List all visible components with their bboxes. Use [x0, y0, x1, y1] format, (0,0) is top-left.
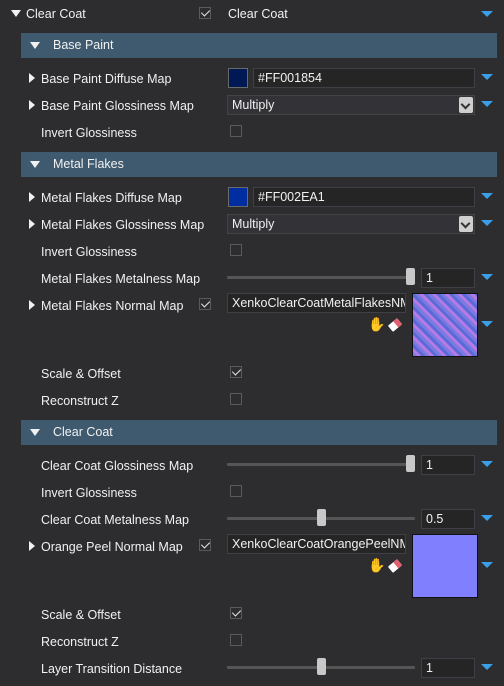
expand-flakes-normal-icon[interactable]	[29, 300, 35, 310]
metal-flakes-invert-checkbox[interactable]	[230, 244, 242, 256]
expand-orange-peel-icon[interactable]	[29, 541, 35, 551]
collapse-clear-coat-icon[interactable]	[11, 10, 21, 17]
metal-flakes-metalness-label: Metal Flakes Metalness Map	[41, 272, 201, 286]
hand-pointer-icon[interactable]: ✋	[368, 316, 385, 333]
clear-coat-invert-label: Invert Glossiness	[41, 486, 137, 500]
metal-flakes-diffuse-swatch[interactable]	[228, 187, 248, 207]
metal-flakes-diffuse-hex-field[interactable]: #FF002EA1	[253, 187, 475, 207]
metal-flakes-diffuse-expand-icon[interactable]	[481, 193, 493, 199]
base-paint-gloss-value: Multiply	[232, 98, 275, 112]
clear-coat-invert-checkbox[interactable]	[230, 485, 242, 497]
section-base-paint[interactable]: Base Paint	[21, 33, 497, 58]
orange-peel-texture-field[interactable]: XenkoClearCoatOrangePeelNM	[227, 534, 406, 554]
base-paint-diffuse-swatch[interactable]	[228, 68, 248, 88]
metal-flakes-scale-checkbox[interactable]	[230, 366, 242, 378]
metal-flakes-gloss-expand-icon[interactable]	[481, 220, 493, 226]
layer-transition-field[interactable]: 1	[421, 658, 475, 678]
base-paint-gloss-select[interactable]: Multiply	[227, 95, 475, 115]
metal-flakes-gloss-value: Multiply	[232, 217, 275, 231]
metal-flakes-gloss-label: Metal Flakes Glossiness Map	[41, 218, 205, 232]
section-metal-flakes-title: Metal Flakes	[53, 157, 124, 171]
section-clear-coat[interactable]: Clear Coat	[21, 420, 497, 445]
collapse-clear-coat-section-icon[interactable]	[30, 429, 40, 436]
eraser-icon[interactable]	[387, 559, 403, 573]
metal-flakes-metalness-slider[interactable]	[227, 276, 415, 279]
clear-coat-reconstruct-label: Reconstruct Z	[41, 635, 119, 649]
metal-flakes-gloss-select[interactable]: Multiply	[227, 214, 475, 234]
metal-flakes-invert-label: Invert Glossiness	[41, 245, 137, 259]
metal-flakes-normal-label: Metal Flakes Normal Map	[41, 299, 184, 313]
base-paint-diffuse-hex-field[interactable]: #FF001854	[253, 68, 475, 88]
section-clear-coat-title: Clear Coat	[53, 425, 113, 439]
expand-flakes-gloss-icon[interactable]	[29, 219, 35, 229]
clear-coat-checkbox[interactable]	[199, 7, 211, 19]
metal-flakes-reconstruct-label: Reconstruct Z	[41, 394, 119, 408]
dropdown-chevron-icon[interactable]	[459, 97, 473, 113]
metal-flakes-metalness-field[interactable]: 1	[421, 268, 475, 288]
metal-flakes-normal-expand-icon[interactable]	[481, 321, 493, 327]
clear-coat-scale-label: Scale & Offset	[41, 608, 121, 622]
metal-flakes-reconstruct-checkbox[interactable]	[230, 393, 242, 405]
clear-coat-metalness-label: Clear Coat Metalness Map	[41, 513, 189, 527]
orange-peel-label: Orange Peel Normal Map	[41, 540, 183, 554]
expand-base-gloss-icon[interactable]	[29, 100, 35, 110]
metal-flakes-metalness-slider-thumb[interactable]	[406, 268, 415, 285]
clear-coat-gloss-slider[interactable]	[227, 463, 415, 466]
clear-coat-metalness-expand-icon[interactable]	[481, 515, 493, 521]
layer-transition-slider-thumb[interactable]	[316, 658, 326, 675]
base-paint-invert-checkbox[interactable]	[230, 125, 242, 137]
clear-coat-expand-icon[interactable]	[481, 11, 493, 17]
clear-coat-gloss-slider-thumb[interactable]	[406, 455, 415, 472]
expand-flakes-diffuse-icon[interactable]	[29, 192, 35, 202]
clear-coat-gloss-field[interactable]: 1	[421, 455, 475, 475]
clear-coat-scale-checkbox[interactable]	[230, 607, 242, 619]
dropdown-chevron-icon[interactable]	[459, 216, 473, 232]
layer-transition-label: Layer Transition Distance	[41, 662, 183, 676]
base-paint-gloss-expand-icon[interactable]	[481, 101, 493, 107]
orange-peel-thumbnail[interactable]	[412, 534, 478, 598]
metal-flakes-normal-texture-field[interactable]: XenkoClearCoatMetalFlakesNM	[227, 293, 406, 313]
metal-flakes-normal-checkbox[interactable]	[199, 298, 211, 310]
clear-coat-gloss-label: Clear Coat Glossiness Map	[41, 459, 194, 473]
metal-flakes-scale-label: Scale & Offset	[41, 367, 121, 381]
section-metal-flakes[interactable]: Metal Flakes	[21, 152, 497, 177]
orange-peel-checkbox[interactable]	[199, 539, 211, 551]
collapse-metal-flakes-icon[interactable]	[30, 161, 40, 168]
collapse-base-paint-icon[interactable]	[30, 42, 40, 49]
orange-peel-expand-icon[interactable]	[481, 562, 493, 568]
metal-flakes-metalness-expand-icon[interactable]	[481, 274, 493, 280]
base-paint-gloss-label: Base Paint Glossiness Map	[41, 99, 194, 113]
clear-coat-title: Clear Coat	[26, 7, 86, 21]
section-base-paint-title: Base Paint	[53, 38, 114, 52]
eraser-icon[interactable]	[387, 318, 403, 332]
metal-flakes-normal-thumbnail[interactable]	[412, 293, 478, 357]
clear-coat-value-label: Clear Coat	[228, 7, 288, 21]
clear-coat-metalness-field[interactable]: 0.5	[421, 509, 475, 529]
metal-flakes-diffuse-label: Metal Flakes Diffuse Map	[41, 191, 182, 205]
expand-base-diffuse-icon[interactable]	[29, 73, 35, 83]
base-paint-invert-label: Invert Glossiness	[41, 126, 137, 140]
clear-coat-metalness-slider-thumb[interactable]	[316, 509, 326, 526]
hand-pointer-icon[interactable]: ✋	[368, 557, 385, 574]
clear-coat-gloss-expand-icon[interactable]	[481, 461, 493, 467]
base-paint-diffuse-label: Base Paint Diffuse Map	[41, 72, 172, 86]
layer-transition-expand-icon[interactable]	[481, 664, 493, 670]
base-paint-diffuse-expand-icon[interactable]	[481, 74, 493, 80]
clear-coat-reconstruct-checkbox[interactable]	[230, 634, 242, 646]
